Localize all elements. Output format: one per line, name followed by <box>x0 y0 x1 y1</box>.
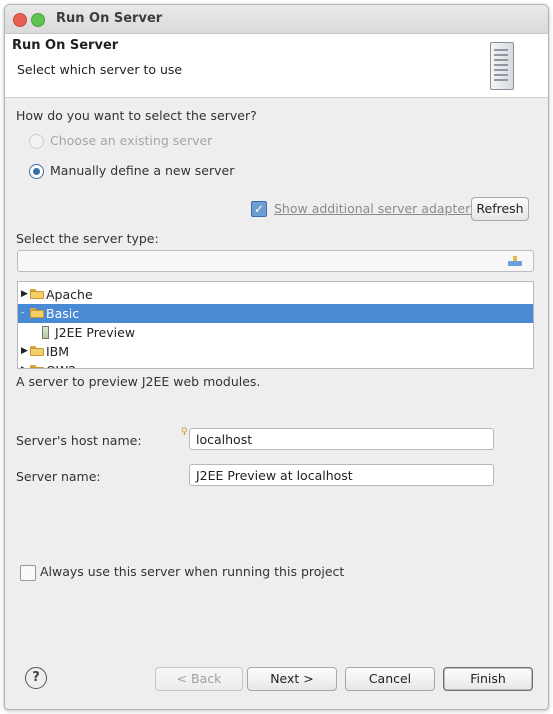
maximize-window-icon[interactable] <box>31 13 45 27</box>
clear-filter-icon[interactable] <box>508 256 522 268</box>
banner-description: Select which server to use <box>17 62 183 77</box>
always-use-checkbox[interactable] <box>20 565 36 581</box>
tree-item-apache[interactable]: ▶ Apache <box>18 285 533 304</box>
content-assist-icon: ♀ <box>181 427 188 437</box>
show-adapters-checkbox[interactable]: ✓ <box>251 201 267 217</box>
close-window-icon[interactable] <box>13 13 27 27</box>
tree-item-ow2[interactable]: ▶ OW2 <box>18 361 533 368</box>
help-icon[interactable]: ? <box>25 667 47 689</box>
back-button[interactable]: < Back <box>155 667 243 691</box>
expand-arrow-icon[interactable]: ▶ <box>21 285 28 304</box>
tree-item-label: OW2 <box>46 361 76 368</box>
refresh-button[interactable]: Refresh <box>471 197 529 221</box>
server-icon <box>490 42 514 90</box>
tree-item-basic[interactable]: - Basic <box>18 304 533 323</box>
tree-item-label: Apache <box>46 287 93 302</box>
tree-item-label: J2EE Preview <box>55 325 136 340</box>
folder-icon <box>30 365 44 368</box>
server-name-label: Server name: <box>16 469 101 484</box>
server-type-tree[interactable]: ▶ Apache - Basic J2EE Preview ▶ IBM ▶ OW… <box>17 281 534 369</box>
server-type-description: A server to preview J2EE web modules. <box>16 374 261 389</box>
host-name-label: Server's host name: <box>16 433 142 448</box>
existing-server-label: Choose an existing server <box>50 133 213 148</box>
tree-item-label: Basic <box>46 306 80 321</box>
server-type-filter-input[interactable] <box>17 250 534 272</box>
host-name-input[interactable]: localhost <box>189 428 494 450</box>
server-type-icon <box>42 326 49 339</box>
finish-button[interactable]: Finish <box>443 667 533 691</box>
window-title: Run On Server <box>56 11 163 26</box>
banner-title: Run On Server <box>12 38 119 53</box>
manual-server-label: Manually define a new server <box>50 163 235 178</box>
tree-item-ibm[interactable]: ▶ IBM <box>18 342 533 361</box>
folder-open-icon <box>30 308 44 318</box>
selection-question: How do you want to select the server? <box>16 108 257 123</box>
show-adapters-link[interactable]: Show additional server adapters <box>274 201 477 216</box>
always-use-label: Always use this server when running this… <box>40 564 345 579</box>
folder-icon <box>30 289 44 299</box>
manual-server-radio[interactable] <box>29 164 44 179</box>
run-on-server-dialog: Run On Server Run On Server Select which… <box>4 4 549 710</box>
expand-arrow-icon[interactable]: ▶ <box>21 361 28 368</box>
collapse-arrow-icon[interactable]: - <box>21 304 24 323</box>
next-button[interactable]: Next > <box>247 667 337 691</box>
dialog-banner: Run On Server Select which server to use <box>5 34 548 98</box>
folder-icon <box>30 346 44 356</box>
tree-item-j2ee-preview[interactable]: J2EE Preview <box>18 323 533 342</box>
tree-item-label: IBM <box>46 344 70 359</box>
expand-arrow-icon[interactable]: ▶ <box>21 342 28 361</box>
server-name-input[interactable]: J2EE Preview at localhost <box>189 464 494 486</box>
server-type-label: Select the server type: <box>16 231 159 246</box>
existing-server-radio[interactable] <box>29 134 44 149</box>
cancel-button[interactable]: Cancel <box>345 667 435 691</box>
title-bar: Run On Server <box>5 5 548 34</box>
